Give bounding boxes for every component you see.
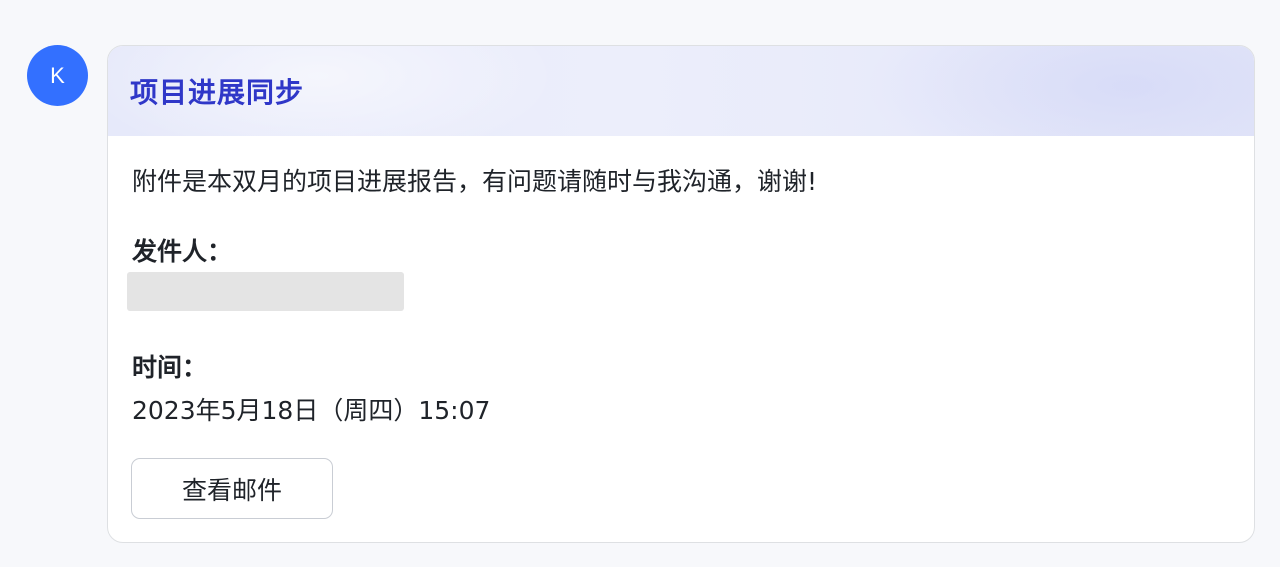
- message-text: 附件是本双月的项目进展报告，有问题请随时与我沟通，谢谢!: [132, 167, 818, 196]
- sender-label: 发件人：: [132, 237, 233, 266]
- time-label: 时间：: [132, 353, 208, 382]
- message-card: 项目进展同步 附件是本双月的项目进展报告，有问题请随时与我沟通，谢谢! 发件人：…: [107, 45, 1255, 543]
- view-email-button[interactable]: 查看邮件: [131, 458, 333, 519]
- avatar-initial: K: [50, 62, 65, 88]
- sender-redacted-value: [127, 272, 404, 311]
- card-title: 项目进展同步: [130, 76, 305, 109]
- card-header: 项目进展同步: [108, 46, 1254, 136]
- time-value: 2023年5月18日（周四）15:07: [132, 396, 491, 425]
- avatar: K: [27, 45, 88, 106]
